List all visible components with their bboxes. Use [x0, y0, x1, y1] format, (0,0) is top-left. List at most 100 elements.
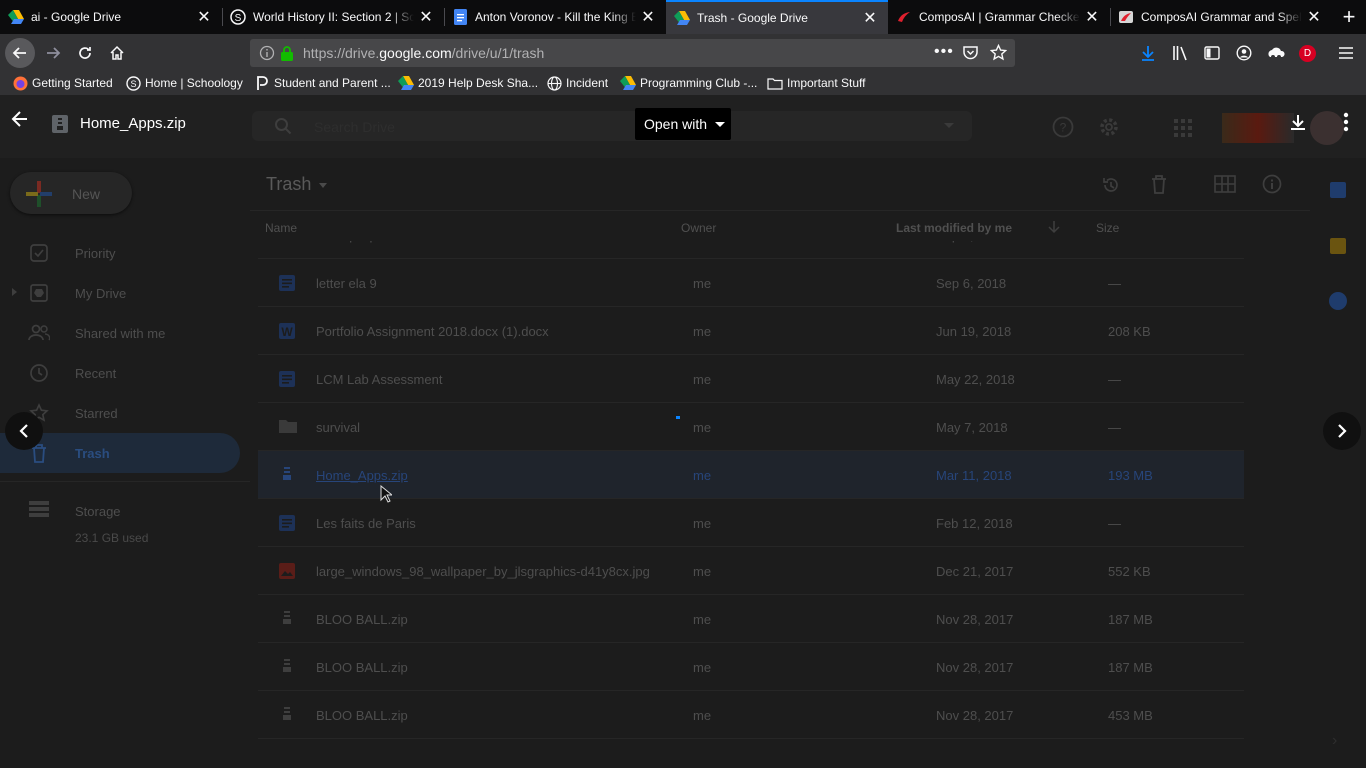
table-row[interactable]: W Portfolio Assignment 2018.docx (1).docx… [258, 307, 1244, 355]
file-owner: me [693, 612, 712, 627]
close-tab-icon[interactable]: ✕ [192, 5, 216, 29]
svg-text:S: S [235, 13, 242, 24]
expand-arrow-icon[interactable] [12, 288, 17, 296]
url-bar[interactable]: https://drive.google.com/drive/u/1/trash… [250, 39, 1015, 67]
bookmark-important-stuff[interactable]: Important Stuff [767, 75, 866, 91]
close-preview-button[interactable] [6, 105, 34, 133]
table-row[interactable]: BLOO BALL.zip me Nov 28, 2017 187 MB [258, 643, 1244, 691]
table-row[interactable]: BLOO BALL.zip me Nov 28, 2017 453 MB [258, 691, 1244, 739]
google-doc-icon [278, 514, 296, 532]
sidebar-item-priority[interactable]: Priority [0, 233, 240, 273]
bookmark-label: Home | Schoology [145, 76, 243, 90]
new-tab-button[interactable]: + [1336, 4, 1362, 30]
close-tab-icon[interactable]: ✕ [636, 5, 660, 29]
table-row[interactable]: BLOO BALL.zip me Nov 28, 2017 187 MB [258, 595, 1244, 643]
sidebar-toggle-icon[interactable] [1204, 45, 1220, 66]
sidebar-item-recent[interactable]: Recent [0, 353, 240, 393]
side-panel-rail: › [1310, 158, 1366, 768]
file-size: 187 MB [1108, 660, 1153, 675]
bookmark-star-icon[interactable] [989, 43, 1008, 66]
page-actions-icon[interactable]: ••• [934, 43, 954, 61]
file-name: letter ela 9 [316, 276, 377, 291]
file-size: — [1108, 516, 1121, 531]
tab-world-history[interactable]: S World History II: Section 2 | Schoolog… [222, 0, 444, 34]
forward-button[interactable] [38, 38, 68, 68]
downloads-icon[interactable] [1140, 45, 1156, 66]
account-icon[interactable] [1236, 45, 1252, 66]
tasks-icon[interactable] [1329, 292, 1347, 310]
file-modified-date: May 7, 2018 [936, 420, 1008, 435]
close-tab-icon[interactable]: ✕ [414, 5, 438, 29]
close-tab-icon[interactable]: ✕ [858, 6, 882, 30]
tab-composai-grammar-checker[interactable]: ComposAI | Grammar Checker ✕ [888, 0, 1110, 34]
column-header-name[interactable]: Name [265, 221, 297, 235]
open-with-button[interactable]: Open with [635, 108, 731, 140]
table-row[interactable]: Les faits de Paris me Feb 12, 2018 — [258, 499, 1244, 547]
url-path: /drive/u/1/trash [451, 45, 545, 61]
title-dropdown-icon[interactable] [319, 183, 327, 188]
tab-trash-google-drive[interactable]: Trash - Google Drive ✕ [666, 0, 888, 34]
pocket-icon[interactable] [962, 44, 979, 66]
details-info-icon[interactable] [1262, 174, 1282, 199]
back-button[interactable] [5, 38, 35, 68]
info-icon[interactable] [259, 45, 275, 66]
expand-panel-icon[interactable]: › [1332, 732, 1337, 750]
column-header-size[interactable]: Size [1096, 221, 1119, 235]
bookmark-getting-started[interactable]: Getting Started [12, 75, 113, 91]
bookmark-help-desk[interactable]: 2019 Help Desk Sha... [398, 75, 538, 91]
next-file-button[interactable] [1323, 412, 1361, 450]
table-row[interactable]: survival me May 7, 2018 — [258, 403, 1244, 451]
sidebar-item-my-drive[interactable]: My Drive [0, 273, 240, 313]
tab-anton-voronov[interactable]: Anton Voronov - Kill the King E ✕ [444, 0, 666, 34]
close-tab-icon[interactable]: ✕ [1080, 5, 1104, 29]
home-button[interactable] [102, 38, 132, 68]
close-tab-icon[interactable]: ✕ [1302, 5, 1326, 29]
storage-label: Storage [75, 504, 121, 519]
sort-descending-icon[interactable] [1048, 220, 1060, 239]
tab-ai-google-drive[interactable]: ai - Google Drive ✕ [0, 0, 222, 34]
more-actions-button[interactable] [1335, 109, 1357, 135]
bookmark-home-schoology[interactable]: S Home | Schoology [125, 75, 243, 91]
delete-forever-icon[interactable] [1150, 174, 1168, 199]
table-row[interactable]: letter ela 9 me Sep 6, 2018 — [258, 259, 1244, 307]
tab-composai-grammar-spell[interactable]: ComposAI Grammar and Spell C ✕ [1110, 0, 1332, 34]
reload-button[interactable] [70, 38, 100, 68]
zip-file-icon [278, 466, 296, 484]
file-owner: me [693, 468, 712, 483]
table-row[interactable]: Gitsdip.zip me Sep 6, 2018 4 MB [258, 241, 1244, 259]
bookmark-programming-club[interactable]: Programming Club -... [620, 75, 757, 91]
powerschool-icon [254, 75, 270, 91]
extension-icon[interactable] [1266, 45, 1286, 66]
calendar-icon[interactable] [1330, 182, 1346, 198]
new-button-label: New [72, 186, 101, 202]
table-row[interactable]: large_windows_98_wallpaper_by_jlsgraphic… [258, 547, 1244, 595]
tab-title: ComposAI Grammar and Spell C [1141, 10, 1302, 24]
new-button[interactable] [10, 172, 132, 214]
bookmark-incident[interactable]: Incident [546, 75, 608, 91]
dropdown-caret-icon [715, 121, 726, 127]
hamburger-menu-icon[interactable] [1338, 45, 1354, 66]
file-modified-date: Nov 28, 2017 [936, 612, 1014, 627]
profile-badge[interactable]: D [1299, 45, 1316, 62]
file-owner: me [693, 708, 712, 723]
keep-icon[interactable] [1330, 238, 1346, 254]
table-row[interactable]: LCM Lab Assessment me May 22, 2018 — [258, 355, 1244, 403]
file-size: — [1108, 372, 1121, 387]
page-title[interactable]: Trash [266, 174, 311, 195]
zip-file-icon [52, 115, 68, 133]
table-row[interactable]: Home_Apps.zip me Mar 11, 2018 193 MB [258, 451, 1244, 499]
lock-icon[interactable] [280, 45, 294, 66]
column-header-last-modified[interactable]: Last modified by me [896, 221, 1012, 235]
sidebar-item-label: Shared with me [75, 325, 166, 341]
folder-icon [767, 75, 783, 91]
library-icon[interactable] [1172, 45, 1189, 66]
schoology-icon: S [230, 9, 246, 25]
grid-view-icon[interactable] [1214, 175, 1236, 198]
download-button[interactable] [1285, 109, 1311, 135]
google-doc-icon [278, 274, 296, 292]
bookmark-student-parent[interactable]: Student and Parent ... [254, 75, 391, 91]
restore-history-icon[interactable] [1101, 175, 1121, 200]
column-header-owner[interactable]: Owner [681, 221, 716, 235]
previous-file-button[interactable] [5, 412, 43, 450]
sidebar-item-shared-with-me[interactable]: Shared with me [0, 313, 240, 353]
